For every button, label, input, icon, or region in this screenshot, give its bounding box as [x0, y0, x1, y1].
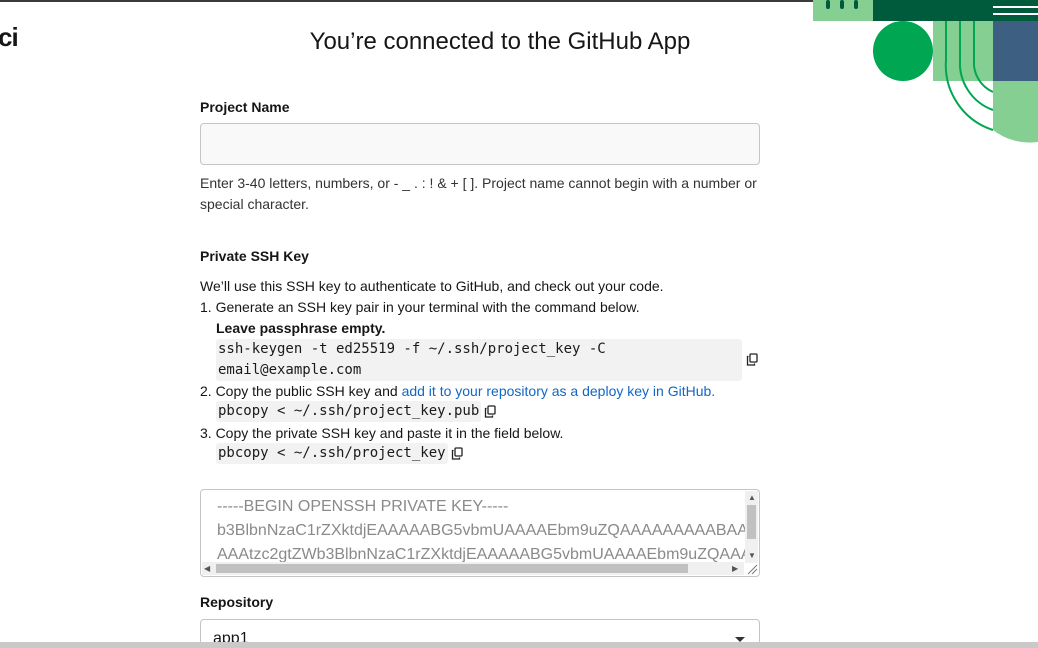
private-key-placeholder: -----BEGIN OPENSSH PRIVATE KEY----- b3Bl… [217, 495, 745, 567]
step-1-text: 1. Generate an SSH key pair in your term… [200, 299, 640, 315]
copy-private-key-command-icon[interactable] [451, 447, 463, 460]
vertical-scrollbar[interactable]: ▲ ▼ [745, 491, 758, 563]
pbcopy-private-key-command: pbcopy < ~/.ssh/project_key [216, 443, 448, 464]
project-name-label: Project Name [200, 99, 290, 115]
copy-keygen-command-icon[interactable] [746, 353, 758, 366]
scroll-down-icon[interactable]: ▼ [748, 551, 756, 561]
placeholder-line-1: -----BEGIN OPENSSH PRIVATE KEY----- [217, 498, 509, 515]
keygen-command: ssh-keygen -t ed25519 -f ~/.ssh/project_… [216, 339, 742, 381]
horizontal-scrollbar[interactable]: ◀ ▶ [202, 562, 744, 575]
project-name-help: Enter 3-40 letters, numbers, or - _ . : … [200, 175, 757, 212]
keygen-command-line-2: email@example.com [218, 362, 362, 378]
scroll-up-icon[interactable]: ▲ [748, 493, 756, 503]
bottom-scroll-track [0, 642, 1038, 648]
ssh-key-label: Private SSH Key [200, 248, 309, 264]
copy-public-key-command-icon[interactable] [484, 405, 496, 418]
horizontal-scroll-thumb[interactable] [216, 564, 688, 573]
project-name-input[interactable] [200, 123, 760, 165]
repository-label: Repository [200, 594, 274, 610]
page-title: You’re connected to the GitHub App [309, 28, 691, 55]
resize-grip-icon[interactable] [745, 562, 758, 575]
ssh-intro-text: We’ll use this SSH key to authenticate t… [200, 278, 664, 294]
scroll-right-icon[interactable]: ▶ [732, 564, 738, 574]
decorative-graphic [813, 0, 1038, 143]
step-3-text: 3. Copy the private SSH key and paste it… [200, 425, 564, 441]
deploy-key-link[interactable]: add it to your repository as a deploy ke… [402, 383, 716, 399]
step-2-prefix: 2. Copy the public SSH key and [200, 383, 402, 399]
vertical-scroll-thumb[interactable] [747, 505, 756, 539]
private-key-textarea[interactable]: -----BEGIN OPENSSH PRIVATE KEY----- b3Bl… [200, 489, 760, 577]
step-1-note: Leave passphrase empty. [216, 320, 386, 336]
pbcopy-public-key-command: pbcopy < ~/.ssh/project_key.pub [216, 401, 482, 422]
scroll-left-icon[interactable]: ◀ [204, 564, 210, 574]
logo[interactable]: ci [0, 22, 19, 53]
keygen-command-line-1: ssh-keygen -t ed25519 -f ~/.ssh/project_… [218, 341, 606, 357]
placeholder-line-2: b3BlbnNzaC1rZXktdjEAAAAABG5vbmUAAAAEbm9u… [217, 522, 745, 539]
step-2-text: 2. Copy the public SSH key and add it to… [200, 381, 715, 402]
